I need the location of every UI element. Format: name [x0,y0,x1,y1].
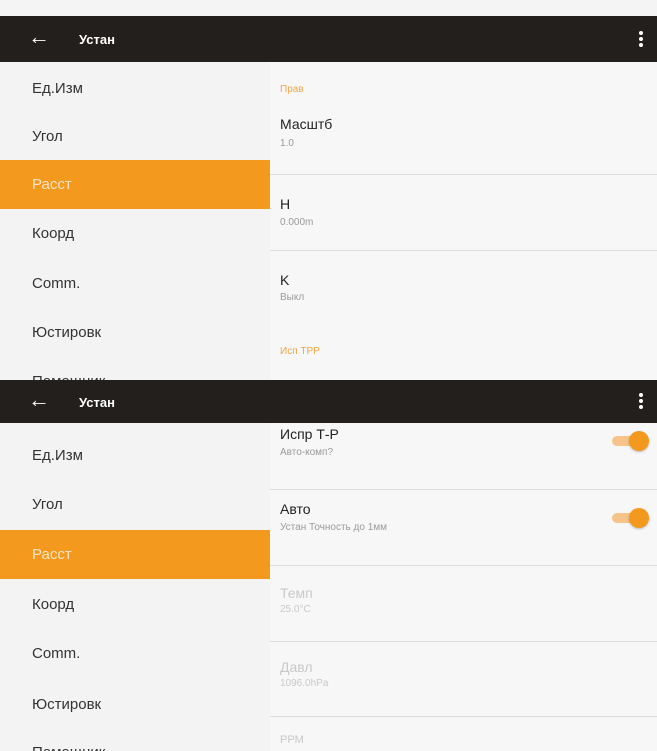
setting-row-temperature: Темп 25.0°C [270,583,657,643]
sidebar-item-units[interactable]: Ед.Изм [0,64,270,113]
setting-title: Темп [280,585,313,601]
sidebar-item-distance[interactable]: Расст [0,530,270,579]
setting-row-k[interactable]: K Выкл [270,262,657,322]
back-arrow-icon[interactable]: ← [28,389,50,411]
divider [270,565,657,566]
setting-row-ppm: PPM [270,732,657,751]
app-bar-title: Устан [79,395,115,410]
divider [270,489,657,490]
top-margin [0,0,657,16]
setting-title: K [280,272,290,288]
settings-screen-bottom: ← Устан Ед.Изм Угол Расст Коорд Comm. Юс… [0,380,657,751]
setting-value: Авто-комп? [280,447,334,458]
sidebar-item-angle[interactable]: Угол [0,112,270,161]
setting-value: 1.0 [280,138,294,149]
setting-title: Авто [280,501,311,517]
setting-title: Давл [280,659,313,675]
more-menu-icon[interactable] [639,393,643,411]
toggle-thumb [629,508,649,528]
setting-title: H [280,196,291,212]
sidebar-item-units[interactable]: Ед.Изм [0,431,270,480]
setting-value: 1096.0hPa [280,678,329,689]
setting-row-pressure: Давл 1096.0hPa [270,657,657,717]
divider [270,716,657,717]
app-bar: ← Устан [0,16,657,62]
more-menu-icon[interactable] [639,31,643,49]
divider [270,250,657,251]
sidebar-item-coords[interactable]: Коорд [0,209,270,258]
setting-title: PPM [280,734,304,746]
setting-title: Испр Т-Р [280,426,339,442]
section-header-tp: Исп ТРР [280,346,320,357]
sidebar-item-distance[interactable]: Расст [0,160,270,209]
divider [270,174,657,175]
settings-sidebar: Ед.Изм Угол Расст Коорд Comm. Юстировк П… [0,423,270,751]
divider [270,641,657,642]
sidebar-item-assistant[interactable]: Помощник [0,357,270,380]
settings-sidebar: Ед.Изм Угол Расст Коорд Comm. Юстировк П… [0,62,270,380]
sidebar-item-calibration[interactable]: Юстировк [0,680,270,729]
sidebar-item-comm[interactable]: Comm. [0,259,270,308]
setting-value: 0.000m [280,217,314,228]
section-header-correction: Прав [280,84,304,95]
sidebar-item-comm[interactable]: Comm. [0,629,270,678]
settings-content: Прав Масштб 1.0 H 0.000m K Выкл Исп ТРР [270,62,657,380]
tp-correction-toggle[interactable] [612,431,650,451]
app-bar-title: Устан [79,32,115,47]
setting-value: Устан Точность до 1мм [280,522,388,533]
back-arrow-icon[interactable]: ← [28,26,50,48]
setting-row-scale[interactable]: Масштб 1.0 [270,106,657,164]
app-bar: ← Устан [0,380,657,423]
sidebar-item-coords[interactable]: Коорд [0,580,270,629]
sidebar-item-angle[interactable]: Угол [0,480,270,529]
setting-row-auto[interactable]: Авто Устан Точность до 1мм [270,501,657,565]
toggle-thumb [629,431,649,451]
setting-row-tp-correction[interactable]: Испр Т-Р Авто-комп? [270,423,657,487]
sidebar-item-assistant[interactable]: Помощник [0,728,270,751]
auto-toggle[interactable] [612,508,650,528]
setting-value: Выкл [280,292,305,303]
sidebar-item-calibration[interactable]: Юстировк [0,308,270,357]
settings-screen-top: ← Устан Ед.Изм Угол Расст Коорд Comm. Юс… [0,16,657,380]
setting-title: Масштб [280,116,333,132]
settings-content: Испр Т-Р Авто-комп? Авто Устан Точность … [270,423,657,751]
setting-value: 25.0°C [280,604,311,615]
setting-row-height[interactable]: H 0.000m [270,186,657,246]
